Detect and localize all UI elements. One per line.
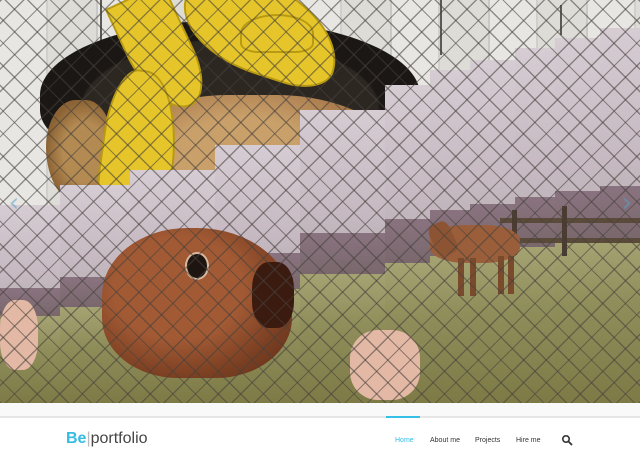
site-logo[interactable]: Be|portfolio xyxy=(66,429,148,449)
hand xyxy=(350,330,420,400)
horse-mask-eye xyxy=(185,252,209,280)
wall-crack xyxy=(560,5,562,35)
slice-strip xyxy=(515,48,555,403)
wall-crack xyxy=(440,0,442,55)
horse-leg xyxy=(458,258,464,296)
nav-item-hire-me[interactable]: Hire me xyxy=(516,437,541,444)
hand xyxy=(0,300,38,370)
logo-text: portfolio xyxy=(90,430,148,447)
slider-next-arrow[interactable]: › xyxy=(618,190,636,216)
horse-mask-mouth xyxy=(252,262,294,328)
search-icon[interactable] xyxy=(561,434,573,446)
fence-rail xyxy=(500,218,640,223)
nav-item-projects[interactable]: Projects xyxy=(475,437,500,444)
horse-leg xyxy=(508,256,514,294)
nav-item-home[interactable]: Home xyxy=(395,437,414,444)
fence-post xyxy=(562,206,567,256)
horse-leg xyxy=(470,258,476,296)
hero-bottom-edge xyxy=(0,403,640,416)
slider-prev-arrow[interactable]: ‹ xyxy=(5,190,23,216)
nav-item-about-me[interactable]: About me xyxy=(430,437,460,444)
fence-rail xyxy=(500,238,640,243)
logo-be: Be xyxy=(66,430,87,447)
banana-peel xyxy=(240,14,314,53)
horse-leg xyxy=(498,256,504,294)
hero-slider: ‹ › xyxy=(0,0,640,403)
